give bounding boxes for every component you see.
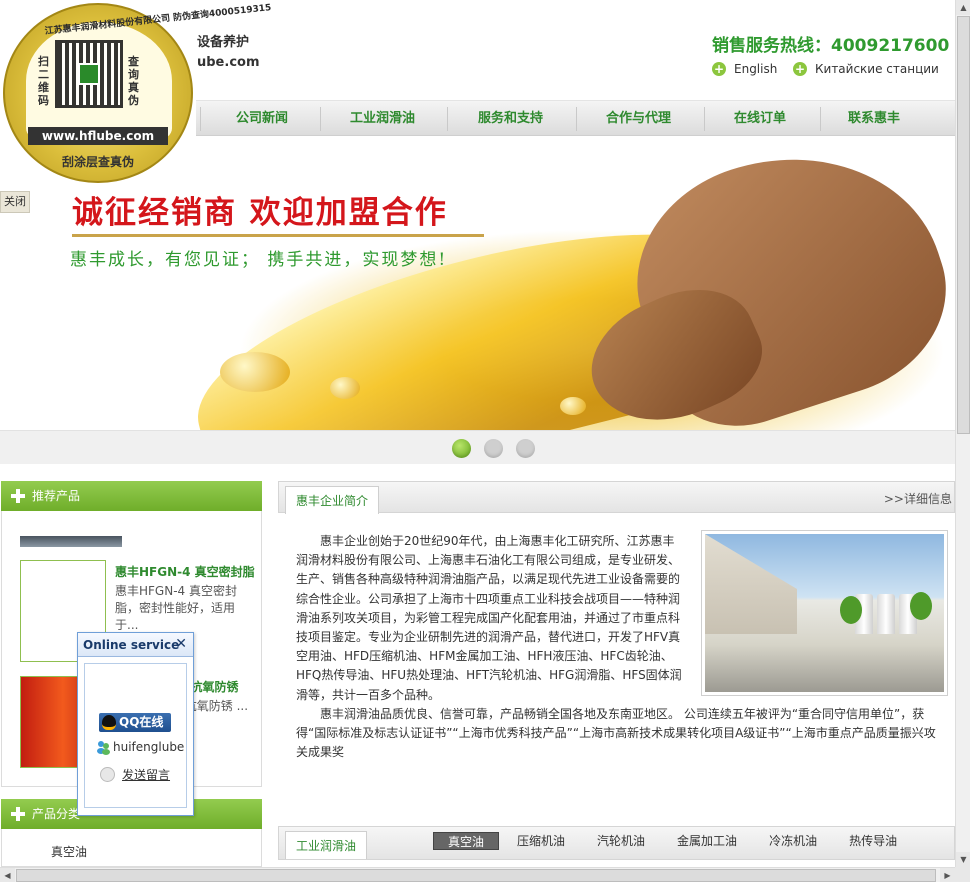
oil-droplet: [220, 352, 290, 392]
seal-right-text: 查询真伪: [128, 55, 139, 107]
horizontal-scroll-thumb[interactable]: [16, 869, 936, 882]
seal-bottom-text: 刮涂层查真伪: [61, 155, 134, 169]
language-english-link[interactable]: + English: [712, 62, 777, 76]
leave-message-link[interactable]: 发送留言: [100, 766, 170, 783]
banner-underline: [72, 234, 484, 237]
seal-left-text: 扫二维码: [38, 55, 49, 107]
leave-message-label: 发送留言: [122, 768, 171, 782]
close-icon[interactable]: ✕: [175, 636, 187, 652]
scroll-left-icon[interactable]: ◀: [0, 868, 15, 882]
qq-online-label: QQ在线: [119, 715, 164, 729]
recommended-header: 推荐产品: [1, 481, 262, 511]
product-description: 惠丰HFGN-4 真空密封脂，密封性能好，适用于...: [115, 584, 237, 632]
nav-divider: [704, 107, 705, 131]
tab-company-intro[interactable]: 惠丰企业简介: [285, 486, 380, 514]
category-item[interactable]: 真空油: [51, 843, 87, 860]
slide-dot-3[interactable]: [516, 439, 535, 458]
horizontal-scrollbar[interactable]: ◀ ▶: [0, 867, 955, 882]
subtab-compressor-oil[interactable]: 压缩机油: [499, 832, 579, 850]
factory-photo[interactable]: [701, 530, 948, 696]
msn-buddy-icon: [97, 741, 110, 755]
online-service-widget: Online service ✕ QQ在线 huifenglube 发送留言: [77, 632, 194, 816]
anti-counterfeit-seal: 江苏惠丰润滑材料股份有限公司 防伪查询4000519315 扫二维码 查询真伪 …: [0, 0, 272, 186]
more-details-link[interactable]: >>详细信息: [884, 490, 952, 507]
factory-building: [705, 534, 797, 634]
product-thumbnail[interactable]: [20, 529, 122, 547]
language-russian-label: Китайские станции: [815, 62, 939, 76]
scrollbar-corner: [955, 867, 970, 882]
sales-hotline: 销售服务热线：4009217600: [712, 36, 950, 56]
nav-item-lubricants[interactable]: 工业润滑油: [350, 101, 415, 137]
nav-divider: [200, 107, 201, 131]
qq-penguin-icon: [102, 715, 116, 730]
vertical-scroll-thumb[interactable]: [957, 16, 970, 434]
language-russian-link[interactable]: + Китайские станции: [793, 62, 939, 76]
banner-subtitle: 惠丰成长，有您见证； 携手共进，实现梦想!: [70, 250, 448, 270]
msn-contact-link[interactable]: huifenglube: [97, 740, 184, 755]
intro-paragraph-1: 惠丰企业创始于20世纪90年代，由上海惠丰化工研究所、江苏惠丰润滑材料股份有限公…: [296, 534, 682, 702]
close-seal-button[interactable]: 关闭: [0, 191, 30, 213]
subtab-heat-transfer-oil[interactable]: 热传导油: [831, 832, 911, 850]
tree: [910, 592, 932, 620]
plus-icon: +: [793, 62, 807, 76]
online-service-body: [84, 663, 187, 808]
plus-icon: [11, 489, 25, 503]
nav-divider: [447, 107, 448, 131]
recommended-title: 推荐产品: [32, 489, 81, 503]
nav-item-partner[interactable]: 合作与代理: [606, 101, 671, 137]
plus-icon: +: [712, 62, 726, 76]
product-title-link[interactable]: 惠丰HFGN-4 真空密封脂: [115, 563, 255, 580]
subtab-turbine-oil[interactable]: 汽轮机油: [579, 832, 659, 850]
banner-title: 诚征经销商 欢迎加盟合作: [72, 195, 448, 231]
scroll-down-icon[interactable]: ▼: [956, 852, 970, 867]
slide-dot-2[interactable]: [484, 439, 503, 458]
nav-divider: [576, 107, 577, 131]
oil-droplet: [330, 377, 360, 399]
subtab-refrigeration-oil[interactable]: 冷冻机油: [751, 832, 831, 850]
oil-droplet: [560, 397, 586, 415]
subtab-metalworking-oil[interactable]: 金属加工油: [659, 832, 751, 850]
plus-icon: [11, 807, 25, 821]
logo-tagline: 设备养护: [197, 35, 250, 50]
seal-url: www.hflube.com: [28, 127, 168, 145]
hero-banner[interactable]: 诚征经销商 欢迎加盟合作 惠丰成长，有您见证； 携手共进，实现梦想!: [0, 147, 955, 430]
scroll-right-icon[interactable]: ▶: [940, 868, 955, 882]
factory-photo-image: [705, 534, 944, 692]
tree: [840, 596, 862, 624]
subtab-vacuum-oil[interactable]: 真空油: [433, 832, 500, 850]
nav-divider: [320, 107, 321, 131]
intro-paragraph-2: 惠丰润滑油品质优良、信誉可靠，产品畅销全国各地及东南亚地区。 公司连续五年被评为…: [296, 706, 936, 760]
nav-item-order[interactable]: 在线订单: [734, 101, 786, 137]
nav-item-contact[interactable]: 联系惠丰: [848, 101, 900, 137]
qq-online-button[interactable]: QQ在线: [99, 713, 171, 732]
lubricant-subtabs: 真空油 压缩机油 汽轮机油 金属加工油 冷冻机油 热传导油: [433, 832, 911, 850]
slide-dot-1[interactable]: [452, 439, 471, 458]
vertical-scrollbar[interactable]: ▲ ▼: [955, 0, 970, 867]
storage-tank: [877, 594, 895, 634]
tab-industrial-lubricants[interactable]: 工业润滑油: [285, 831, 368, 859]
nav-item-news[interactable]: 公司新闻: [236, 101, 288, 137]
categories-list: 真空油: [1, 829, 262, 867]
qr-logo-icon: [78, 63, 100, 85]
categories-title: 产品分类: [32, 807, 81, 821]
language-english-label: English: [734, 62, 778, 76]
intro-panel-header: 惠丰企业简介 >>详细信息: [278, 481, 955, 514]
nav-divider: [820, 107, 821, 131]
slider-pagination: [0, 430, 955, 464]
logo-domain: ube.com: [197, 55, 260, 70]
message-icon: [100, 767, 115, 782]
nav-item-support[interactable]: 服务和支持: [478, 101, 543, 137]
scroll-up-icon[interactable]: ▲: [956, 0, 970, 15]
